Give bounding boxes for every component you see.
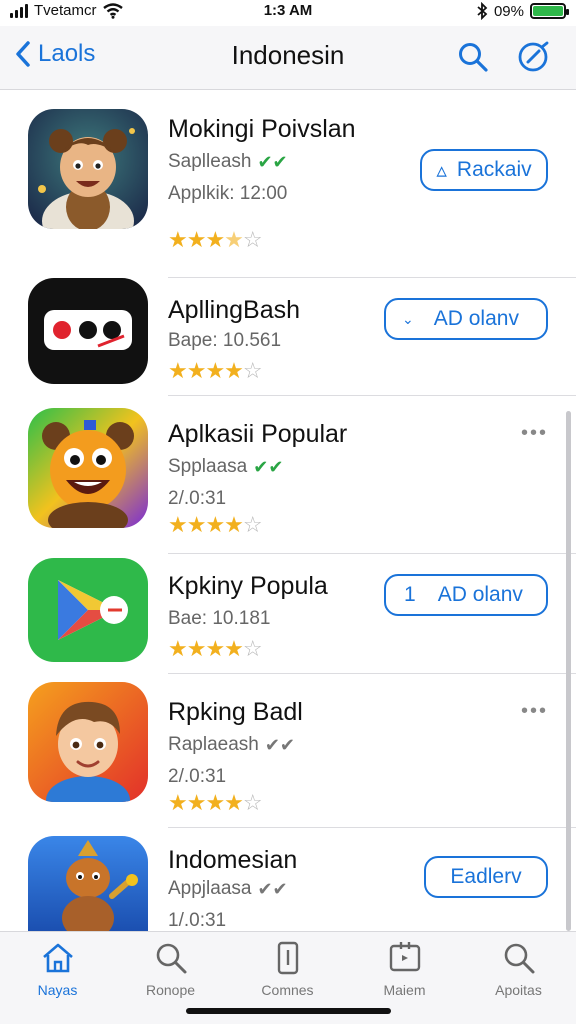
tab-label: Ronope	[145, 982, 196, 998]
warrior-mascot-icon	[28, 836, 148, 931]
app-subtitle: Saplleash ✔✔	[168, 151, 288, 173]
app-subtitle: Appjlaasa ✔✔	[168, 878, 288, 900]
boy-avatar-icon	[28, 682, 148, 802]
get-button[interactable]: ▵ Rackaiv	[420, 149, 548, 191]
app-name: Rpking Badl	[168, 698, 303, 726]
chevron-left-icon	[16, 41, 30, 67]
button-label: AD olanv	[437, 583, 523, 606]
subtitle-text: Saplleash	[168, 151, 252, 172]
inbox-icon	[389, 942, 420, 972]
dots-logo-icon	[28, 278, 148, 384]
star-rating: ★★★★☆	[168, 227, 263, 252]
app-meta: Bae: 10.181	[168, 608, 271, 629]
app-icon[interactable]	[28, 682, 148, 802]
more-options-button[interactable]: •••	[521, 700, 548, 723]
tab-label: Nayas	[37, 982, 78, 998]
checkmark-icon: ✔✔	[253, 456, 284, 477]
arrow-up-icon: ▵	[436, 158, 447, 182]
download-button[interactable]: ⌄ AD olanv	[384, 298, 548, 340]
subtitle-text: Raplaeash	[168, 734, 259, 755]
tab-label: Maiem	[383, 982, 426, 998]
button-prefix: 1	[404, 583, 416, 606]
list-item[interactable]: Indomesian Appjlaasa ✔✔ 1/.0:31 Eadlerv	[0, 828, 576, 931]
navigation-bar: Laols Indonesin	[0, 26, 576, 90]
subtitle-text: Spplaasa	[168, 456, 248, 477]
app-name: Mokingi Poivslan	[168, 115, 356, 143]
battery-icon	[530, 3, 569, 19]
status-right: 09%	[476, 2, 569, 20]
search-icon[interactable]	[456, 40, 490, 74]
list-item[interactable]: Kpkiny Popula Bae: 10.181 ★★★★☆ 1 AD ola…	[0, 554, 576, 674]
app-icon[interactable]	[28, 408, 148, 528]
battery-percent: 09%	[493, 2, 524, 20]
bear-mascot-icon	[28, 408, 148, 528]
chevron-down-icon: ⌄	[402, 310, 414, 327]
list-item[interactable]: Aplkasii Popular Spplaasa ✔✔ 2/.0:31 ★★★…	[0, 396, 576, 554]
tab-games[interactable]: Comnes	[230, 940, 345, 1000]
star-rating: ★★★★☆	[168, 636, 263, 661]
compass-icon[interactable]	[516, 40, 550, 74]
list-item[interactable]: Mokingi Poivslan Saplleash ✔✔ Applkik: 1…	[0, 91, 576, 278]
button-label: Rackaiv	[456, 158, 532, 181]
star-rating: ★★★★☆	[168, 358, 263, 383]
app-name: Kpkiny Popula	[168, 572, 328, 600]
bluetooth-icon	[477, 2, 488, 20]
checkmark-icon: ✔✔	[264, 734, 296, 755]
tab-apps[interactable]: Apoitas	[461, 940, 576, 1000]
tab-search[interactable]: Ronope	[113, 940, 228, 1000]
phone-icon	[277, 941, 298, 975]
app-subtitle: Spplaasa ✔✔	[168, 456, 283, 478]
back-label: Laols	[38, 40, 96, 67]
app-icon[interactable]	[28, 278, 148, 384]
subtitle-text: Appjlaasa	[168, 878, 252, 899]
tab-label: Apoitas	[495, 982, 542, 998]
tab-home[interactable]: Nayas	[0, 940, 115, 1000]
scrollbar[interactable]	[566, 411, 571, 931]
app-list[interactable]: Mokingi Poivslan Saplleash ✔✔ Applkik: 1…	[0, 91, 576, 931]
star-rating: ★★★★☆	[168, 512, 263, 537]
more-options-button[interactable]: •••	[521, 422, 548, 445]
checkmark-icon: ✔✔	[257, 151, 288, 172]
tab-inbox[interactable]: Maiem	[347, 940, 462, 1000]
checkmark-icon: ✔✔	[257, 878, 288, 899]
app-meta: Applkik: 12:00	[168, 183, 288, 204]
list-item[interactable]: Rpking Badl Raplaeash ✔✔ 2/.0:31 ★★★★☆ •…	[0, 674, 576, 828]
app-name: Indomesian	[168, 846, 298, 874]
download-button[interactable]: 1 AD olanv	[384, 574, 548, 616]
back-button[interactable]: Laols	[14, 40, 95, 68]
app-icon[interactable]	[28, 836, 148, 931]
star-rating: ★★★★☆	[168, 790, 263, 815]
app-name: ApllingBash	[168, 296, 301, 324]
get-button[interactable]: Eadlerv	[424, 856, 548, 898]
home-icon	[42, 943, 73, 973]
app-meta: 2/.0:31	[168, 488, 227, 509]
list-item[interactable]: ApllingBash Bape: 10.561 ★★★★☆ ⌄ AD olan…	[0, 278, 576, 396]
home-indicator[interactable]	[186, 1008, 391, 1014]
app-subtitle: Raplaeash ✔✔	[168, 734, 295, 756]
search-icon	[504, 943, 534, 974]
search-icon	[156, 943, 186, 974]
button-label: Eadlerv	[450, 865, 522, 888]
app-meta: 1/.0:31	[168, 910, 227, 931]
status-bar: Tvetamcr 1:3 AM 09%	[0, 0, 576, 26]
play-logo-icon	[28, 558, 148, 662]
app-icon[interactable]	[28, 558, 148, 662]
app-name: Aplkasii Popular	[168, 420, 348, 448]
tab-label: Comnes	[261, 982, 314, 998]
app-meta: 2/.0:31	[168, 766, 227, 787]
character-icon	[28, 109, 148, 229]
app-icon[interactable]	[28, 109, 148, 229]
app-meta: Bape: 10.561	[168, 330, 282, 351]
button-label: AD olanv	[433, 307, 519, 330]
